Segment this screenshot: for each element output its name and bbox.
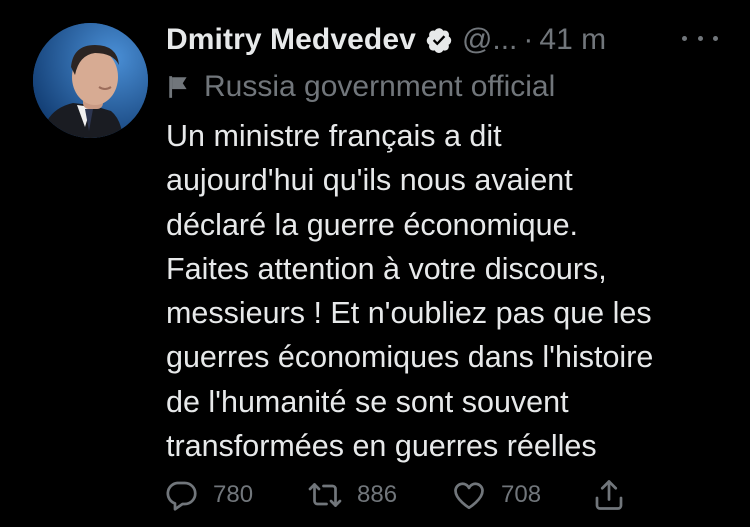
tweet-text-line: déclaré la guerre économique. (166, 207, 579, 242)
tweet-text-line: Faites attention à votre discours, (166, 251, 607, 286)
tweet-text-line: guerres économiques dans l'histoire (166, 340, 654, 375)
reply-count: 780 (213, 481, 254, 508)
retweet-icon (308, 483, 342, 507)
like-count: 708 (501, 481, 542, 508)
tweet-text: Un ministre français a dit aujourd'hui q… (166, 114, 736, 468)
account-label-text: Russia government official (204, 70, 556, 103)
display-name[interactable]: Dmitry Medvedev (166, 23, 416, 57)
verified-badge-icon (425, 26, 453, 54)
tweet-header: Dmitry Medvedev @... · 41 m (166, 20, 606, 60)
more-icon[interactable] (682, 28, 718, 48)
retweet-button[interactable]: 886 (307, 477, 451, 513)
tweet-text-line: messieurs ! Et n'oubliez pas que les (166, 296, 652, 331)
heart-icon (454, 482, 484, 510)
avatar[interactable] (33, 23, 148, 138)
reply-button[interactable]: 780 (163, 477, 307, 513)
timestamp[interactable]: 41 m (539, 23, 606, 57)
handle[interactable]: @... (462, 23, 517, 57)
more-dot (682, 35, 687, 41)
action-bar: 780 886 708 (163, 475, 627, 515)
more-dot (713, 35, 718, 41)
retweet-count: 886 (357, 481, 398, 508)
tweet-text-line: aujourd'hui qu'ils nous avaient (166, 163, 573, 198)
tweet[interactable]: Dmitry Medvedev @... · 41 m Russia gover… (0, 0, 750, 527)
tweet-text-line: de l'humanité se sont souvent (166, 384, 569, 419)
more-dot (697, 35, 703, 41)
share-button[interactable] (591, 477, 627, 513)
separator: · (523, 23, 534, 56)
account-label[interactable]: Russia government official (166, 68, 555, 106)
share-icon (595, 480, 623, 510)
reply-icon (166, 481, 197, 511)
like-button[interactable]: 708 (451, 477, 591, 513)
tweet-text-line: Un ministre français a dit (166, 119, 502, 153)
tweet-text-line: transformées en guerres réelles (166, 429, 597, 464)
flag-icon (169, 76, 187, 98)
